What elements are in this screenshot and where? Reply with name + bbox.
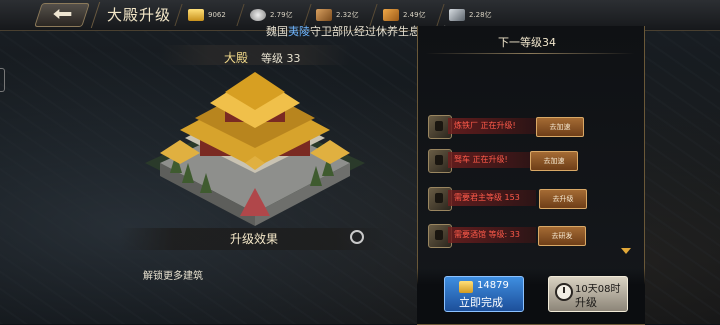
building-header [160, 45, 350, 65]
instant-finish-button[interactable]: 14879 立即完成 [444, 276, 524, 312]
resource-value: 2.32亿 [336, 11, 359, 19]
speed-up-button[interactable]: 去加速 [530, 151, 578, 171]
resource-iron: 2.28亿 [449, 7, 492, 23]
side-tab-handle[interactable] [0, 68, 5, 92]
panel-divider [425, 53, 635, 54]
requirement-row: 炼铁厂 正在升级! 去加速 [428, 113, 628, 139]
resource-value: 2.49亿 [403, 11, 426, 19]
resource-food: 2.49亿 [383, 7, 426, 23]
back-button[interactable] [34, 3, 90, 27]
clock-icon [555, 283, 573, 301]
requirement-row: 需要酒馆 等级: 33 去研发 [428, 222, 628, 248]
speed-up-button[interactable]: 去加速 [536, 117, 584, 137]
gold-ingot-icon [459, 281, 473, 293]
upgrade-time: 10天08时 [575, 284, 621, 295]
panel-title: 下一等级34 [498, 36, 556, 49]
requirement-text: 需要君主等级 153 [454, 193, 520, 202]
food-icon [383, 9, 399, 21]
notice-prefix: 魏国 [266, 25, 288, 38]
finish-label: 立即完成 [459, 296, 503, 309]
effect-title: 升级效果 [230, 232, 279, 246]
resource-wood: 2.32亿 [316, 7, 359, 23]
requirement-row: 需要君主等级 153 去升级 [428, 185, 628, 211]
resource-value: 2.79亿 [270, 11, 293, 19]
back-arrow-icon [53, 9, 72, 19]
requirement-text: 驽车 正在升级! [454, 155, 508, 164]
page-title: 大殿升级 [107, 6, 172, 24]
finish-cost: 14879 [477, 280, 509, 291]
resource-value: 9062 [208, 11, 226, 19]
scroll-down-icon[interactable] [621, 248, 631, 254]
resource-divider [174, 4, 183, 26]
info-icon[interactable] [350, 230, 364, 244]
resource-silver: 2.79亿 [250, 7, 293, 23]
title-divider [90, 2, 101, 28]
building-level: 等级 33 [261, 52, 301, 65]
silver-icon [250, 9, 266, 21]
upgrade-label: 升级 [575, 296, 597, 309]
resource-divider [236, 4, 245, 26]
requirement-row: 驽车 正在升级! 去加速 [428, 147, 628, 173]
upgrade-button[interactable]: 10天08时 升级 [548, 276, 628, 312]
resource-value: 2.28亿 [469, 11, 492, 19]
research-button[interactable]: 去研发 [538, 226, 586, 246]
requirement-text: 炼铁厂 正在升级! [454, 121, 516, 130]
effect-item: 解锁更多建筑 [143, 271, 203, 282]
requirement-text: 需要酒馆 等级: 33 [454, 230, 520, 239]
building-name: 大殿 [224, 51, 249, 65]
palace-illustration [145, 72, 365, 226]
wood-icon [316, 9, 332, 21]
gold-ingot-icon [188, 9, 204, 21]
resource-gold: 9062 [188, 7, 226, 23]
upgrade-lord-button[interactable]: 去升级 [539, 189, 587, 209]
iron-icon [449, 9, 465, 21]
notice-highlight: 夷陵 [288, 25, 310, 38]
